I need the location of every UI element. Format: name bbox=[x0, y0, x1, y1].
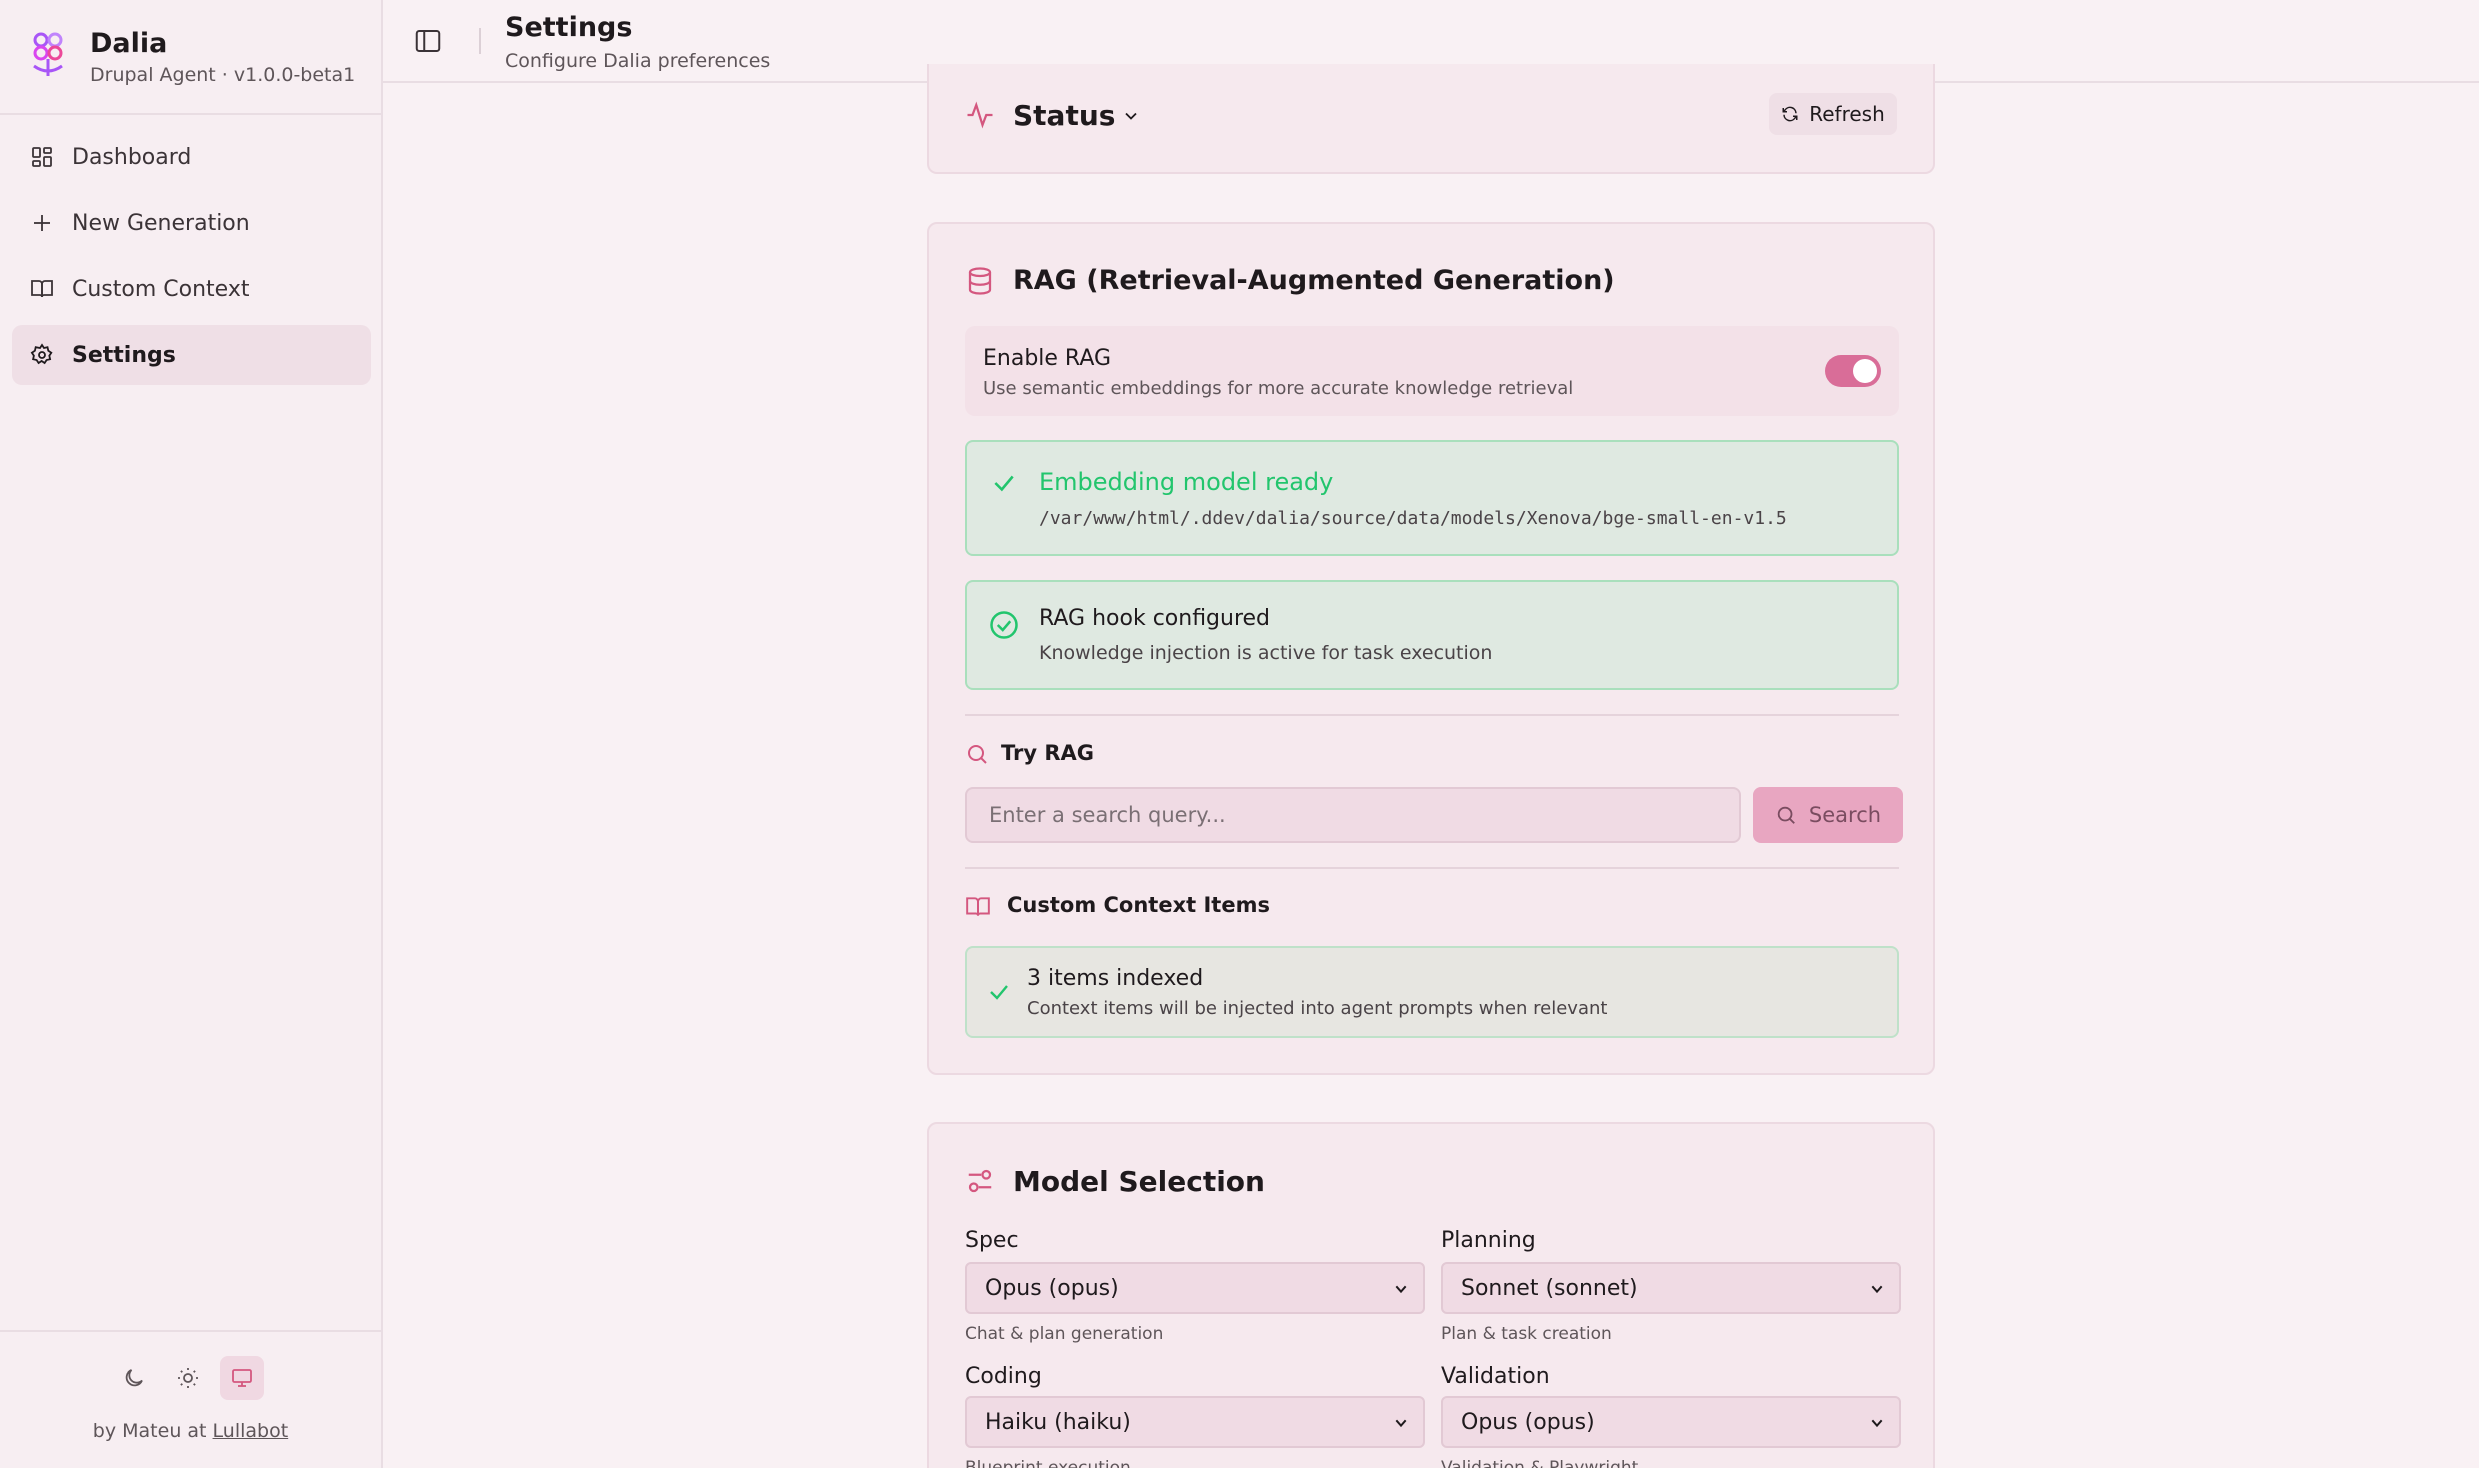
status-card: Status Refresh bbox=[927, 64, 1935, 174]
search-icon bbox=[968, 745, 987, 764]
app-name: Dalia bbox=[90, 28, 168, 59]
database-icon bbox=[968, 267, 992, 295]
planning-hint: Plan & task creation bbox=[1441, 1324, 1612, 1344]
coding-value: Haiku (haiku) bbox=[985, 1409, 1131, 1435]
check-circle-icon bbox=[990, 611, 1018, 639]
indexed-description: Context items will be injected into agen… bbox=[1027, 998, 1608, 1019]
sidebar-item-settings[interactable]: Settings bbox=[12, 325, 371, 385]
plus-icon bbox=[34, 215, 50, 231]
model-selection-title: Model Selection bbox=[1013, 1165, 1265, 1198]
theme-toggle-group bbox=[112, 1356, 264, 1400]
validation-select[interactable]: Opus (opus) bbox=[1441, 1396, 1901, 1448]
enable-rag-toggle[interactable] bbox=[1825, 355, 1881, 387]
coding-label: Coding bbox=[965, 1364, 1042, 1389]
book-icon bbox=[31, 280, 53, 298]
chevron-down-icon bbox=[1395, 1419, 1407, 1428]
sliders-icon bbox=[968, 1169, 992, 1193]
rag-hook-title: RAG hook configured bbox=[1039, 606, 1271, 631]
dark-mode-button[interactable] bbox=[112, 1356, 156, 1400]
check-icon bbox=[994, 475, 1014, 492]
sidebar-item-label: Settings bbox=[72, 342, 176, 368]
search-button-label: Search bbox=[1808, 803, 1882, 827]
embedding-model-path: /var/www/html/.ddev/dalia/source/data/mo… bbox=[1039, 508, 1787, 529]
refresh-icon bbox=[1782, 106, 1798, 122]
sidebar-item-label: Dashboard bbox=[72, 144, 192, 170]
rag-hook-box: RAG hook configured Knowledge injection … bbox=[965, 580, 1899, 690]
sun-icon bbox=[178, 1368, 198, 1388]
refresh-label: Refresh bbox=[1809, 102, 1885, 126]
model-selection-card: Model Selection Spec Opus (opus) Chat & … bbox=[927, 1122, 1935, 1468]
sidebar-nav: Dashboard New Generation Custom Context … bbox=[12, 127, 371, 391]
refresh-button[interactable]: Refresh bbox=[1769, 93, 1897, 135]
coding-select[interactable]: Haiku (haiku) bbox=[965, 1396, 1425, 1448]
monitor-icon bbox=[232, 1369, 252, 1387]
sidebar-item-label: Custom Context bbox=[72, 276, 250, 302]
validation-hint: Validation & Playwright bbox=[1441, 1458, 1639, 1468]
rag-title: RAG (Retrieval-Augmented Generation) bbox=[1013, 265, 1615, 296]
enable-rag-row: Enable RAG Use semantic embeddings for m… bbox=[965, 326, 1899, 416]
sidebar-item-label: New Generation bbox=[72, 210, 250, 236]
page-subtitle: Configure Dalia preferences bbox=[505, 50, 771, 72]
try-rag-label: Try RAG bbox=[1001, 741, 1095, 765]
divider bbox=[965, 714, 1899, 716]
rag-search-input[interactable] bbox=[965, 787, 1741, 843]
light-mode-button[interactable] bbox=[166, 1356, 210, 1400]
enable-rag-description: Use semantic embeddings for more accurat… bbox=[983, 378, 1574, 399]
planning-label: Planning bbox=[1441, 1228, 1536, 1253]
coding-hint: Blueprint execution bbox=[965, 1458, 1131, 1468]
gear-icon bbox=[30, 343, 53, 365]
planning-select[interactable]: Sonnet (sonnet) bbox=[1441, 1262, 1901, 1314]
app-version: Drupal Agent · v1.0.0-beta1 bbox=[90, 64, 356, 86]
validation-label: Validation bbox=[1441, 1364, 1550, 1389]
credit-line: by Mateu at Lullabot bbox=[0, 1420, 381, 1442]
divider bbox=[0, 113, 381, 115]
system-mode-button[interactable] bbox=[220, 1356, 264, 1400]
page-title: Settings bbox=[505, 12, 633, 43]
dashboard-icon bbox=[32, 147, 52, 167]
indexed-status-box: 3 items indexed Context items will be in… bbox=[965, 946, 1899, 1038]
rag-card: RAG (Retrieval-Augmented Generation) Ena… bbox=[927, 222, 1935, 1075]
spec-select[interactable]: Opus (opus) bbox=[965, 1262, 1425, 1314]
sidebar-toggle-icon[interactable] bbox=[413, 26, 443, 56]
chevron-down-icon[interactable] bbox=[1121, 106, 1141, 126]
enable-rag-label: Enable RAG bbox=[983, 346, 1112, 371]
chevron-down-icon bbox=[1395, 1285, 1407, 1294]
flower-logo-icon bbox=[33, 32, 63, 76]
validation-value: Opus (opus) bbox=[1461, 1409, 1595, 1435]
sidebar: Dalia Drupal Agent · v1.0.0-beta1 Dashbo… bbox=[0, 0, 383, 1468]
chevron-down-icon bbox=[1871, 1285, 1883, 1294]
embedding-status-box: Embedding model ready /var/www/html/.dde… bbox=[965, 440, 1899, 556]
status-title: Status bbox=[1013, 99, 1116, 132]
brand: Dalia Drupal Agent · v1.0.0-beta1 bbox=[28, 26, 355, 86]
moon-icon bbox=[125, 1369, 143, 1387]
spec-hint: Chat & plan generation bbox=[965, 1324, 1164, 1344]
search-icon bbox=[1777, 806, 1795, 824]
activity-icon bbox=[967, 101, 993, 129]
indexed-count: 3 items indexed bbox=[1027, 966, 1204, 991]
spec-label: Spec bbox=[965, 1228, 1019, 1253]
rag-hook-description: Knowledge injection is active for task e… bbox=[1039, 642, 1493, 664]
divider bbox=[0, 1330, 381, 1332]
sidebar-item-dashboard[interactable]: Dashboard bbox=[12, 127, 371, 187]
sidebar-item-custom-context[interactable]: Custom Context bbox=[12, 259, 371, 319]
custom-context-label: Custom Context Items bbox=[1007, 893, 1270, 917]
search-button[interactable]: Search bbox=[1753, 787, 1903, 843]
book-icon bbox=[966, 897, 990, 916]
sidebar-item-new-generation[interactable]: New Generation bbox=[12, 193, 371, 253]
credit-prefix: by Mateu at bbox=[92, 1420, 207, 1442]
divider bbox=[965, 867, 1899, 869]
lullabot-link[interactable]: Lullabot bbox=[213, 1420, 289, 1442]
divider bbox=[479, 28, 481, 54]
embedding-status-title: Embedding model ready bbox=[1039, 468, 1334, 496]
spec-value: Opus (opus) bbox=[985, 1275, 1119, 1301]
check-icon bbox=[990, 985, 1008, 1000]
planning-value: Sonnet (sonnet) bbox=[1461, 1275, 1638, 1301]
chevron-down-icon bbox=[1871, 1419, 1883, 1428]
